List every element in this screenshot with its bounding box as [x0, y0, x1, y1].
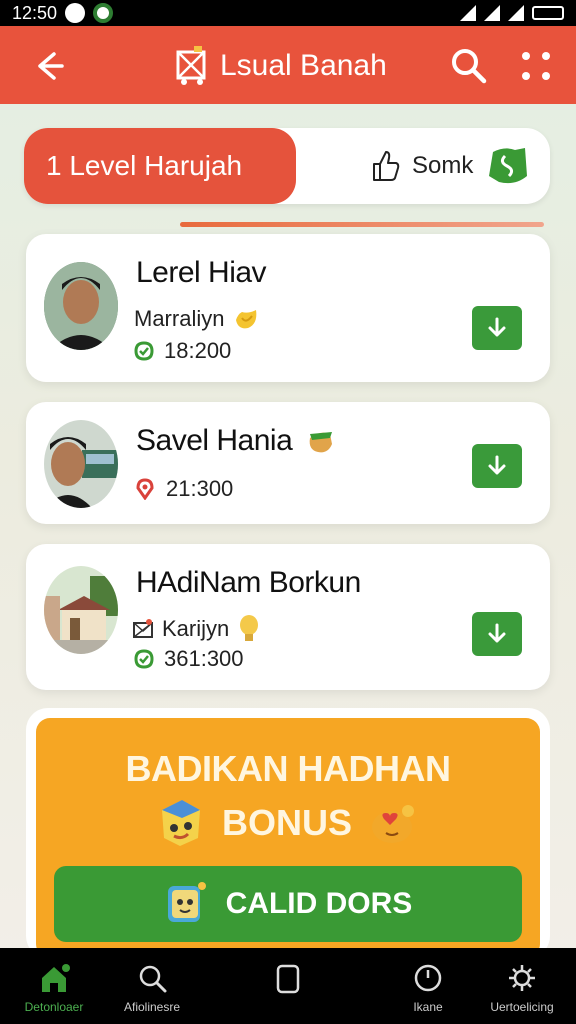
list-item[interactable]: Savel Hania 21:300: [26, 402, 550, 524]
app-bar: Lsual Banah: [0, 26, 576, 104]
card-subtitle: Karijyn: [132, 614, 261, 644]
envelope-icon: [133, 619, 153, 638]
download-arrow-icon: [488, 317, 506, 337]
wifi-icon: [484, 5, 500, 21]
tab-somk-label: Somk: [412, 152, 474, 179]
app-title-text: Lsual Banah: [220, 49, 387, 82]
claim-button-label: CALID DORS: [225, 887, 413, 920]
back-arrow-icon[interactable]: [28, 46, 68, 86]
card-value-text: 361:300: [164, 646, 244, 671]
card-title: Lerel Hiav: [136, 256, 267, 289]
nav-label: Detonloaer: [24, 1000, 84, 1014]
search-icon: [139, 965, 167, 993]
mascot-icon: [167, 882, 206, 922]
cart-logo-icon: [176, 46, 206, 85]
money-icon: [489, 148, 528, 184]
download-button[interactable]: [472, 444, 522, 488]
card-title: Savel Hania: [136, 424, 336, 458]
card-value: 21:300: [134, 476, 233, 502]
search-icon[interactable]: [448, 45, 488, 85]
list-item[interactable]: HAdiNam Borkun Karijyn 361:300: [26, 544, 550, 690]
list-item[interactable]: Lerel Hiav Marraliyn 18:200: [26, 234, 550, 382]
signal-2-icon: [508, 5, 524, 21]
coin-icon: [236, 310, 257, 329]
home-icon: [42, 964, 70, 992]
app-notification-icon: [93, 3, 114, 23]
card-subtitle: Marraliyn: [134, 306, 260, 332]
nav-item-settings[interactable]: Uertoelicing: [482, 948, 562, 1024]
avatar: [44, 262, 118, 350]
bonus-banner: BADIKAN HADHAN BONUS CALID DORS: [26, 708, 550, 958]
nav-label: Ikane: [413, 1000, 443, 1014]
notification-icon: [65, 3, 86, 23]
card-title-text: Savel Hania: [136, 424, 293, 457]
card-subtitle-text: Marraliyn: [134, 306, 225, 331]
accent-divider: [180, 222, 544, 227]
gear-icon: [509, 965, 535, 991]
card-value-text: 18:200: [164, 338, 232, 363]
cube-mascot-icon: [161, 800, 200, 846]
avatar: [44, 420, 118, 508]
segmented-control: 1 Level Harujah Somk: [24, 128, 550, 204]
nav-item-home[interactable]: Detonloaer: [14, 948, 94, 1024]
tab-level-label: 1 Level Harujah: [46, 150, 243, 181]
download-arrow-icon: [488, 623, 506, 643]
green-badge-icon: [134, 341, 154, 361]
tab-level[interactable]: 1 Level Harujah: [24, 128, 296, 204]
nav-label: Uertoelicing: [490, 1000, 554, 1014]
download-button[interactable]: [472, 306, 522, 350]
status-time: 12:50: [12, 2, 58, 23]
card-value: 361:300: [134, 646, 244, 672]
battery-icon: [532, 6, 564, 20]
lightbulb-icon: [240, 615, 259, 641]
card-value: 18:200: [134, 338, 231, 364]
heart-emoji-icon: [372, 805, 414, 843]
nav-label: Afiolinesre: [123, 1000, 181, 1014]
location-pin-icon: [136, 478, 154, 500]
claim-button[interactable]: CALID DORS: [54, 866, 522, 942]
card-value-text: 21:300: [166, 476, 234, 501]
avatar: [44, 566, 118, 654]
status-bar: 12:50: [0, 0, 576, 26]
app-title: Lsual Banah: [174, 46, 387, 86]
more-grid-icon[interactable]: [518, 48, 554, 84]
bonus-heading: BADIKAN HADHAN: [125, 748, 451, 789]
card-subtitle-text: Karijyn: [162, 616, 230, 641]
thumbs-up-icon: [373, 151, 400, 181]
bonus-word: BONUS: [221, 802, 352, 843]
nav-item-center[interactable]: [248, 948, 328, 1024]
bonus-subheading: BONUS: [36, 798, 540, 848]
signal-icon: [460, 5, 476, 21]
download-button[interactable]: [472, 612, 522, 656]
card-title: HAdiNam Borkun: [136, 566, 361, 599]
gift-icon: [309, 432, 333, 453]
bonus-panel: BADIKAN HADHAN BONUS CALID DORS: [36, 718, 540, 958]
nav-item-stats[interactable]: Ikane: [388, 948, 468, 1024]
bottom-nav: Detonloaer Afiolinesre Ikane Uertoelicin…: [0, 948, 576, 1024]
gauge-icon: [414, 964, 442, 992]
green-badge-icon: [134, 649, 154, 669]
nav-item-search[interactable]: Afiolinesre: [112, 948, 192, 1024]
download-arrow-icon: [488, 455, 506, 475]
square-icon: [276, 964, 300, 994]
tab-somk[interactable]: Somk: [370, 146, 531, 186]
